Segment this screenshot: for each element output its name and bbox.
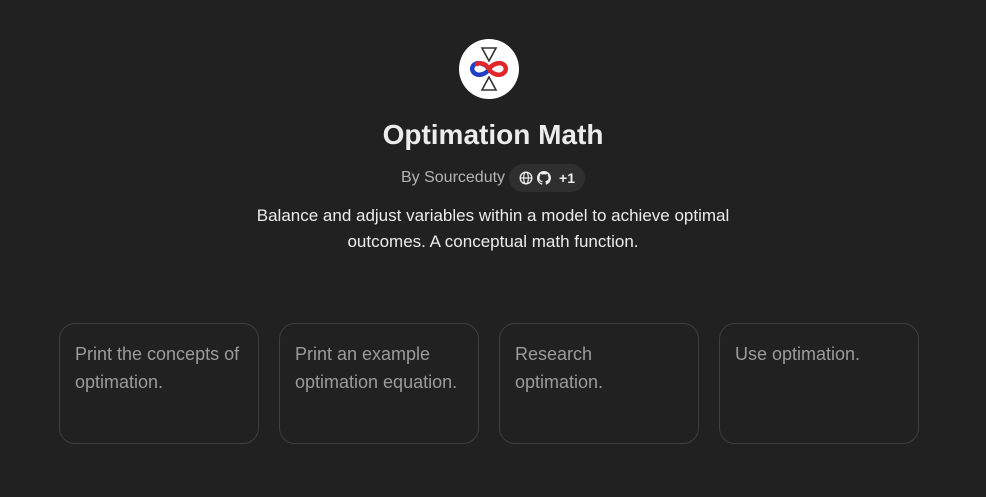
creator-links-button[interactable]: +1 <box>509 164 586 192</box>
starter-text: Print the concepts of optimation. <box>75 344 240 392</box>
starter-card[interactable]: Research optimation. <box>499 323 699 444</box>
infinity-hourglass-icon <box>470 47 508 91</box>
starter-card[interactable]: Use optimation. <box>719 323 919 444</box>
starter-text: Use optimation. <box>735 344 861 364</box>
starter-text: Research optimation. <box>515 344 604 392</box>
author-label: By Sourceduty <box>400 169 506 186</box>
conversation-starters: Print the concepts of optimation. Print … <box>59 323 919 444</box>
starter-card[interactable]: Print the concepts of optimation. <box>59 323 259 444</box>
more-links-count: +1 <box>559 170 576 186</box>
gpt-byline: By Sourceduty +1 <box>0 164 986 192</box>
globe-icon <box>519 171 533 185</box>
gpt-logo <box>459 39 519 99</box>
gpt-title: Optimation Math <box>382 119 604 150</box>
github-icon <box>537 171 552 185</box>
gpt-intro-page: Optimation Math By Sourceduty +1 Balance… <box>0 0 986 497</box>
gpt-description: Balance and adjust variables within a mo… <box>256 206 730 251</box>
starter-text: Print an example optimation equation. <box>295 344 458 392</box>
starter-card[interactable]: Print an example optimation equation. <box>279 323 479 444</box>
